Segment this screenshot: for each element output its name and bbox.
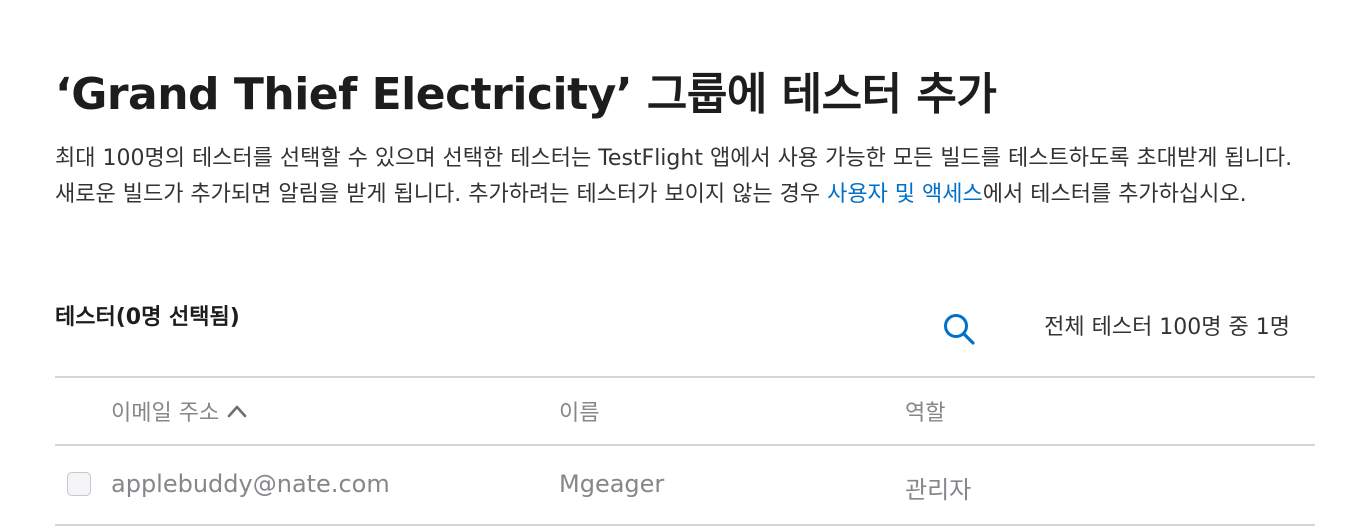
column-header-email-label: 이메일 주소 <box>111 401 220 426</box>
column-header-email[interactable]: 이메일 주소 <box>111 395 247 427</box>
row-name: Mgeager <box>559 470 665 498</box>
row-email: applebuddy@nate.com <box>111 470 390 498</box>
search-icon <box>944 314 975 345</box>
table-top-divider <box>55 376 1315 378</box>
users-and-access-link[interactable]: 사용자 및 액세스 <box>827 182 983 207</box>
tester-count: 전체 테스터 100명 중 1명 <box>1044 315 1290 340</box>
table-row[interactable]: applebuddy@nate.com Mgeager 관리자 <box>55 446 1315 524</box>
row-divider <box>55 524 1315 526</box>
column-header-name[interactable]: 이름 <box>559 395 599 427</box>
column-header-role[interactable]: 역할 <box>905 395 945 427</box>
description-text-end: 에서 테스터를 추가하십시오. <box>982 182 1247 207</box>
add-testers-page: ‘Grand Thief Electricity’ 그룹에 테스터 추가 최대 … <box>0 0 1372 530</box>
chevron-up-icon <box>227 405 247 418</box>
search-button[interactable] <box>938 308 978 348</box>
page-description: 최대 100명의 테스터를 선택할 수 있으며 선택한 테스터는 TestFli… <box>55 141 1317 213</box>
row-checkbox[interactable] <box>67 472 91 496</box>
testers-selected-label: 테스터(0명 선택됨) <box>55 305 240 330</box>
page-title: ‘Grand Thief Electricity’ 그룹에 테스터 추가 <box>55 69 997 120</box>
row-role: 관리자 <box>905 476 972 504</box>
